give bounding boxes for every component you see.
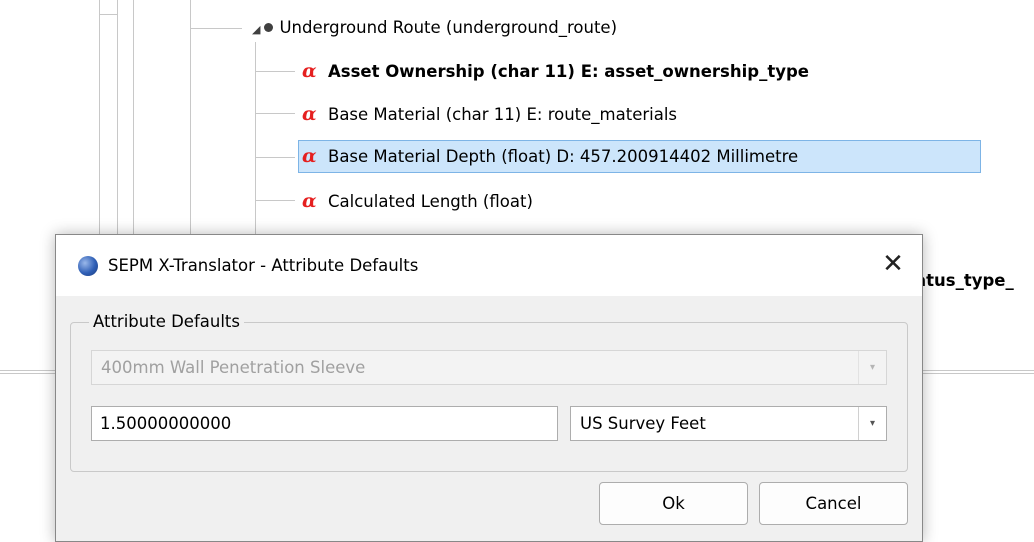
alpha-icon: α xyxy=(302,103,317,125)
tree-node-underground-route[interactable]: ◢ Underground Route (underground_route) xyxy=(252,12,617,43)
alpha-icon: α xyxy=(302,145,317,167)
dialog-title: SEPM X-Translator - Attribute Defaults xyxy=(108,256,419,275)
chevron-down-icon[interactable]: ▾ xyxy=(858,407,886,440)
tree-guide-line xyxy=(255,200,295,201)
attribute-defaults-dialog: SEPM X-Translator - Attribute Defaults ✕… xyxy=(55,234,923,542)
group-label: Attribute Defaults xyxy=(89,312,244,331)
tree-item-base-material[interactable]: α Base Material (char 11) E: route_materi… xyxy=(302,99,677,130)
tree-item-partial-text: atus_type_ xyxy=(915,271,1014,290)
unit-combo[interactable]: US Survey Feet ▾ xyxy=(570,406,887,441)
tree-item-label: Calculated Length (float) xyxy=(328,192,533,211)
tree-guide-line xyxy=(255,157,295,158)
attribute-defaults-group xyxy=(70,322,908,472)
tree-divider xyxy=(921,370,1034,371)
cancel-button[interactable]: Cancel xyxy=(759,482,908,525)
tree-guide-line xyxy=(190,28,242,29)
node-bullet-icon xyxy=(264,23,274,32)
globe-icon xyxy=(78,255,98,276)
tree-guide-line xyxy=(255,113,295,114)
ok-button[interactable]: Ok xyxy=(599,482,748,525)
close-button[interactable]: ✕ xyxy=(878,250,908,280)
tree-item-label: Asset Ownership (char 11) E: asset_owner… xyxy=(328,62,809,81)
tree-item-calculated-length[interactable]: α Calculated Length (float) xyxy=(302,186,533,217)
alpha-icon: α xyxy=(302,190,317,212)
object-combo[interactable]: 400mm Wall Penetration Sleeve ▾ xyxy=(91,350,887,385)
tree-item-asset-ownership[interactable]: α Asset Ownership (char 11) E: asset_owne… xyxy=(302,56,809,87)
tree-guide-line xyxy=(255,71,295,72)
tree-guide-line xyxy=(255,42,256,242)
tree-guide-line xyxy=(99,14,117,15)
tree-divider xyxy=(0,370,55,371)
tree-item-label: Base Material (char 11) E: route_materia… xyxy=(328,105,678,124)
tree-item-base-material-depth[interactable]: α Base Material Depth (float) D: 457.2009… xyxy=(298,140,981,173)
tree-divider xyxy=(0,373,55,374)
expand-triangle-icon[interactable]: ◢ xyxy=(252,14,260,45)
tree-item-label: Base Material Depth (float) D: 457.20091… xyxy=(328,147,799,166)
value-input[interactable]: 1.50000000000 xyxy=(91,406,558,441)
tree-node-label: Underground Route (underground_route) xyxy=(279,18,618,37)
unit-combo-value: US Survey Feet xyxy=(580,414,706,433)
object-combo-value: 400mm Wall Penetration Sleeve xyxy=(101,358,366,377)
tree-divider xyxy=(921,373,1034,374)
chevron-down-icon[interactable]: ▾ xyxy=(858,351,886,384)
dialog-titlebar[interactable]: SEPM X-Translator - Attribute Defaults ✕ xyxy=(56,235,922,296)
alpha-icon: α xyxy=(302,60,317,82)
